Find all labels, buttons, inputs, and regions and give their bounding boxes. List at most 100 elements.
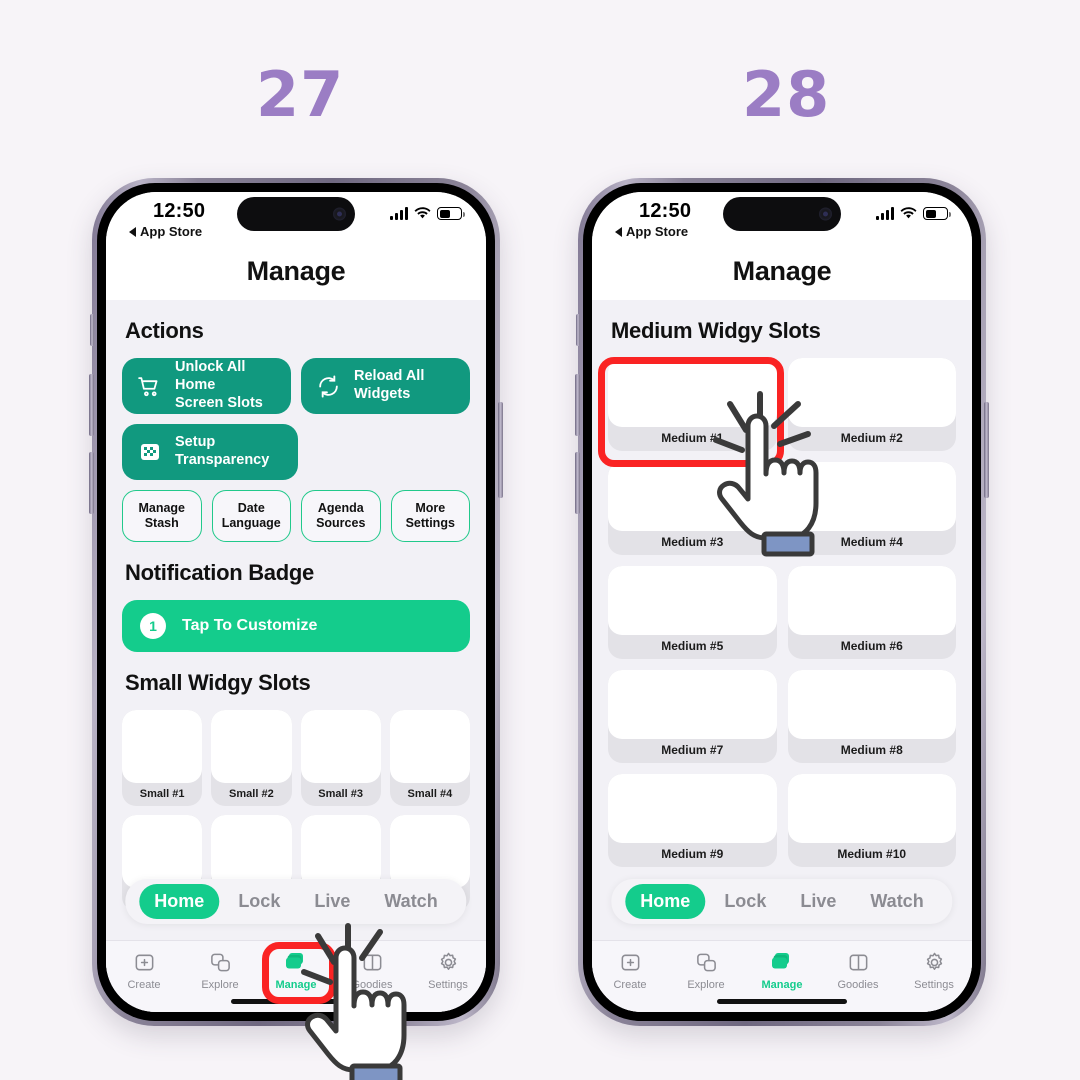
segment-live[interactable]: Live [785,884,851,919]
widget-slot[interactable]: Small #3 [300,710,381,806]
widget-slot-medium-3[interactable]: Medium #3 [608,462,777,555]
section-title-medium-widgy-slots: Medium Widgy Slots [611,318,821,343]
segment-home[interactable]: Home [139,884,220,919]
back-to-app-store-link[interactable]: App Store [615,224,688,239]
back-to-app-store-link[interactable]: App Store [129,224,202,239]
medium-slots-grid: Medium #1 Medium #2 Medium #3 Medium #4 … [608,358,956,867]
slot-caption: Medium #7 [661,743,724,757]
segment-live[interactable]: Live [299,884,365,919]
widget-slot-medium-9[interactable]: Medium #9 [608,774,777,867]
segment-lock[interactable]: Lock [223,884,295,919]
volume-down-button[interactable] [575,452,580,514]
slot-caption: Small #4 [407,788,453,800]
date-language-button[interactable]: Date Language [211,490,291,542]
widget-slot[interactable]: Small #4 [389,710,470,806]
slot-preview [389,815,470,888]
action-button-row-1: Unlock All Home Screen Slots Reload All Wi… [122,358,470,414]
slot-preview [211,815,292,888]
tab-manage[interactable]: Manage [744,950,820,991]
power-button[interactable] [498,402,503,498]
tab-settings[interactable]: Settings [410,950,486,991]
silence-switch[interactable] [90,314,94,346]
manage-stash-button[interactable]: Manage Stash [122,490,202,542]
slot-preview [608,462,777,531]
tab-label: Manage [761,979,803,991]
widget-type-segmented-control[interactable]: Home Lock Live Watch [125,879,467,924]
widget-slot-medium-4[interactable]: Medium #4 [787,462,956,555]
phone-screen-2: 12:50 App Store Manage Medium Widgy Slot… [592,192,972,1012]
tab-explore[interactable]: Explore [668,950,744,991]
section-title-small-widgy-slots: Small Widgy Slots [125,670,311,695]
tab-label: Manage [275,979,317,991]
widget-slot-medium-8[interactable]: Medium #8 [787,670,956,763]
columns-icon [358,950,386,974]
tab-explore[interactable]: Explore [182,950,258,991]
front-camera-icon [333,207,346,221]
cellular-signal-icon [390,207,408,220]
back-triangle-icon [615,226,622,237]
step-number-28: 28 [742,58,831,131]
widget-slot-medium-10[interactable]: Medium #10 [787,774,956,867]
reload-all-label: Reload All Widgets [354,368,425,402]
widget-slot[interactable]: Small #2 [211,710,292,806]
stack-cards-icon [282,950,310,974]
cellular-signal-icon [876,207,894,220]
gear-icon [920,950,948,974]
widget-slot-medium-7[interactable]: Medium #7 [608,670,777,763]
setup-transparency-button[interactable]: Setup Transparency [122,424,298,480]
gear-icon [434,950,462,974]
widget-slot-medium-1[interactable]: Medium #1 [608,358,777,451]
layers-icon [206,950,234,974]
reload-all-widgets-button[interactable]: Reload All Widgets [301,358,470,414]
tab-create[interactable]: Create [106,950,182,991]
segment-watch[interactable]: Watch [369,884,452,919]
tab-goodies[interactable]: Goodies [334,950,410,991]
unlock-all-label: Unlock All Home Screen Slots [175,359,263,411]
volume-down-button[interactable] [89,452,94,514]
widget-type-segmented-control[interactable]: Home Lock Live Watch [611,879,953,924]
tap-to-customize-button[interactable]: 1 Tap To Customize [122,600,470,652]
slot-caption: Small #3 [318,788,363,800]
tab-label: Create [613,979,647,991]
tab-goodies[interactable]: Goodies [820,950,896,991]
slot-caption: Medium #1 [661,431,724,445]
nav-bar: Manage [592,256,972,300]
silence-switch[interactable] [576,314,580,346]
slot-preview [608,774,777,843]
slot-preview [787,358,956,427]
status-indicators [876,207,951,220]
wifi-icon [900,207,917,220]
volume-up-button[interactable] [89,374,94,436]
tab-label: Goodies [351,979,393,991]
segment-lock[interactable]: Lock [709,884,781,919]
power-button[interactable] [984,402,989,498]
volume-up-button[interactable] [575,374,580,436]
layers-icon [692,950,720,974]
tab-settings[interactable]: Settings [896,950,972,991]
segment-home[interactable]: Home [625,884,706,919]
slot-preview [122,710,203,783]
tab-create[interactable]: Create [592,950,668,991]
wifi-icon [414,207,431,220]
segment-watch[interactable]: Watch [855,884,938,919]
slot-caption: Medium #2 [840,431,903,445]
columns-icon [844,950,872,974]
step-number-27: 27 [256,58,345,131]
more-settings-button[interactable]: More Settings [390,490,470,542]
home-indicator [231,999,361,1004]
widget-slot[interactable]: Small #1 [122,710,203,806]
agenda-sources-button[interactable]: Agenda Sources [301,490,381,542]
tab-manage[interactable]: Manage [258,950,334,991]
status-time: 12:50 [153,200,206,222]
widget-slot-medium-5[interactable]: Medium #5 [608,566,777,659]
section-title-notification-badge: Notification Badge [125,560,314,585]
slot-caption: Medium #3 [661,535,724,549]
tab-label: Goodies [837,979,879,991]
widget-slot-medium-6[interactable]: Medium #6 [787,566,956,659]
dynamic-island [237,197,355,231]
back-triangle-icon [129,226,136,237]
slot-preview [608,670,777,739]
widget-slot-medium-2[interactable]: Medium #2 [787,358,956,451]
unlock-all-home-screen-slots-button[interactable]: Unlock All Home Screen Slots [122,358,291,414]
battery-icon [437,207,465,220]
